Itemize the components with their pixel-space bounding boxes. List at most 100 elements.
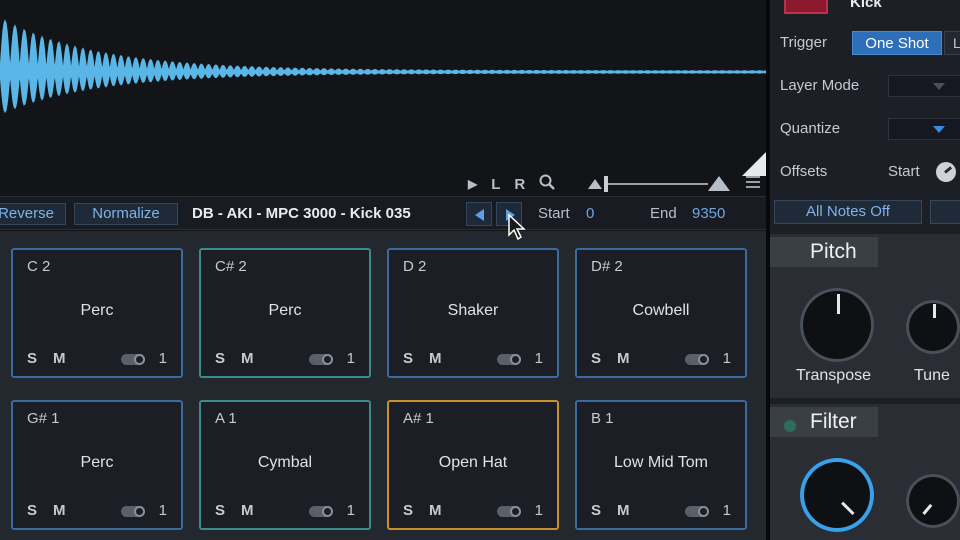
pad-layer-toggle[interactable] <box>121 506 145 517</box>
pad-name: Shaker <box>447 302 499 319</box>
pad-solo-button[interactable]: S <box>403 350 413 367</box>
waveform-shape <box>0 19 766 114</box>
waveform-display[interactable] <box>0 0 766 196</box>
pad-layer-toggle[interactable] <box>497 506 521 517</box>
pad-layer-toggle[interactable] <box>497 354 521 365</box>
pad-mute-button[interactable]: M <box>241 502 254 519</box>
end-value[interactable]: 9350 <box>692 203 725 225</box>
zoom-in-icon[interactable] <box>708 176 730 191</box>
pad-name: Open Hat <box>438 454 508 471</box>
pad-mute-button[interactable]: M <box>617 502 630 519</box>
offsets-start-label: Start <box>888 163 920 180</box>
tune-knob[interactable] <box>906 300 960 354</box>
pad-layer-count: 1 <box>346 502 355 519</box>
pad-layer-toggle[interactable] <box>685 354 709 365</box>
tune-label: Tune <box>914 367 950 384</box>
layer-mode-dropdown[interactable] <box>888 75 960 97</box>
pad-layer-count: 1 <box>346 350 355 367</box>
previous-sample-button[interactable] <box>466 202 492 226</box>
pad-layer-count: 1 <box>158 350 167 367</box>
start-value[interactable]: 0 <box>586 203 594 225</box>
pad-layer-toggle[interactable] <box>685 506 709 517</box>
trigger-label: Trigger <box>780 34 827 51</box>
extra-button[interactable] <box>930 200 960 224</box>
pitch-section: Pitch Transpose Tune <box>770 234 960 398</box>
all-notes-off-button[interactable]: All Notes Off <box>774 200 922 224</box>
pad-solo-button[interactable]: S <box>27 502 37 519</box>
menu-icon[interactable] <box>746 176 760 191</box>
pad-name: Perc <box>80 302 114 319</box>
transpose-knob[interactable] <box>800 288 874 362</box>
cutoff-knob[interactable] <box>800 458 874 532</box>
fade-handle[interactable] <box>742 152 766 176</box>
zoom-thumb[interactable] <box>604 176 608 192</box>
pad-mute-button[interactable]: M <box>429 502 442 519</box>
chevron-down-icon <box>933 126 945 133</box>
zoom-slider[interactable] <box>588 176 730 192</box>
pitch-section-header[interactable]: Pitch <box>770 237 878 267</box>
pad-layer-count: 1 <box>534 502 543 519</box>
pad-note: A 1 <box>215 410 237 427</box>
pad[interactable]: G# 1 Perc S M 1 <box>11 400 183 530</box>
chevron-down-icon <box>933 83 945 90</box>
pad-mute-button[interactable]: M <box>53 350 66 367</box>
offset-start-knob[interactable] <box>936 162 956 182</box>
pad-title: Kick <box>850 0 882 11</box>
arrow-left-icon <box>475 209 484 221</box>
pad-solo-button[interactable]: S <box>215 502 225 519</box>
pad-solo-button[interactable]: S <box>27 350 37 367</box>
pad-layer-count: 1 <box>534 350 543 367</box>
pad-mute-button[interactable]: M <box>241 350 254 367</box>
pad-note: A# 1 <box>403 410 434 427</box>
pad-mute-button[interactable]: M <box>429 350 442 367</box>
magnifier-icon[interactable] <box>539 174 556 194</box>
pad-solo-button[interactable]: S <box>591 502 601 519</box>
pad-note: B 1 <box>591 410 614 427</box>
pad[interactable]: C 2 Perc S M 1 <box>11 248 183 378</box>
pad-note: D 2 <box>403 258 427 275</box>
layer-mode-label: Layer Mode <box>780 77 860 94</box>
pad-solo-button[interactable]: S <box>591 350 601 367</box>
pad-solo-button[interactable]: S <box>403 502 413 519</box>
mouse-cursor-icon <box>508 213 526 241</box>
pad-layer-count: 1 <box>722 502 731 519</box>
trigger-one-shot-button[interactable]: One Shot <box>852 31 942 55</box>
quantize-label: Quantize <box>780 120 841 137</box>
pad-name: Low Mid Tom <box>614 454 708 471</box>
zoom-track <box>604 183 708 185</box>
pad-layer-toggle[interactable] <box>309 354 333 365</box>
pad-mute-button[interactable]: M <box>53 502 66 519</box>
pad[interactable]: A 1 Cymbal S M 1 <box>199 400 371 530</box>
pad-note: G# 1 <box>27 410 60 427</box>
filter-enable-led[interactable] <box>784 420 796 432</box>
pad-color-swatch[interactable] <box>784 0 828 14</box>
play-icon[interactable]: ▶ <box>468 177 477 191</box>
left-channel-button[interactable]: L <box>491 176 500 193</box>
pad[interactable]: B 1 Low Mid Tom S M 1 <box>575 400 747 530</box>
pad-name: Perc <box>268 302 302 319</box>
pad-selected[interactable]: A# 1 Open Hat S M 1 <box>387 400 559 530</box>
sample-name: DB - AKI - MPC 3000 - Kick 035 <box>192 205 411 222</box>
pad[interactable]: D 2 Shaker S M 1 <box>387 248 559 378</box>
pad[interactable]: C# 2 Perc S M 1 <box>199 248 371 378</box>
pad-name: Cowbell <box>632 302 690 319</box>
resonance-knob[interactable] <box>906 474 960 528</box>
pad-note: C# 2 <box>215 258 247 275</box>
pad-name: Cymbal <box>257 454 313 471</box>
trigger-loop-button[interactable]: L <box>944 31 960 55</box>
pad-mute-button[interactable]: M <box>617 350 630 367</box>
waveform-panel[interactable]: ▶ L R <box>0 0 766 196</box>
end-label: End <box>650 205 677 222</box>
pad-settings-panel: Kick Trigger One Shot L Layer Mode Quant… <box>770 0 960 540</box>
pad-solo-button[interactable]: S <box>215 350 225 367</box>
filter-section: Filter <box>770 404 960 540</box>
pad[interactable]: D# 2 Cowbell S M 1 <box>575 248 747 378</box>
pad-layer-toggle[interactable] <box>309 506 333 517</box>
reverse-button[interactable]: Reverse <box>0 203 66 225</box>
quantize-dropdown[interactable] <box>888 118 960 140</box>
right-channel-button[interactable]: R <box>514 176 525 193</box>
transpose-label: Transpose <box>796 367 871 384</box>
pad-layer-toggle[interactable] <box>121 354 145 365</box>
zoom-out-icon[interactable] <box>588 179 602 189</box>
normalize-button[interactable]: Normalize <box>74 203 178 225</box>
